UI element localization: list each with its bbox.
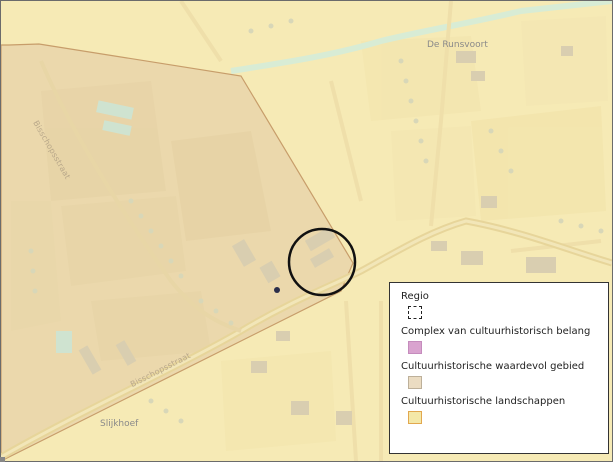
legend-item-landschappen: Cultuurhistorische landschappen [401, 395, 608, 424]
legend-swatch-regio [408, 306, 422, 319]
map-legend: Regio Complex van cultuurhistorisch bela… [389, 282, 609, 454]
place-label-runsvoort: De Runsvoort [427, 40, 488, 50]
point-marker [274, 287, 280, 293]
legend-item-complex: Complex van cultuurhistorisch belang [401, 325, 608, 354]
legend-label-waardevol-gebied: Cultuurhistorische waardevol gebied [401, 361, 585, 372]
legend-label-landschappen: Cultuurhistorische landschappen [401, 396, 566, 407]
legend-item-waardevol-gebied: Cultuurhistorische waardevol gebied [401, 360, 608, 389]
legend-swatch-waardevol-gebied [408, 376, 422, 389]
corner-marker [0, 457, 5, 462]
legend-item-regio: Regio [401, 290, 608, 319]
legend-swatch-landschappen [408, 411, 422, 424]
legend-swatch-complex [408, 341, 422, 354]
legend-title: Regio [401, 291, 429, 302]
place-label-slijkhoef: Slijkhoef [100, 419, 139, 429]
legend-label-complex: Complex van cultuurhistorisch belang [401, 326, 591, 337]
map-view[interactable]: De Runsvoort Slijkhoef Bisschopsstraat B… [0, 0, 613, 462]
